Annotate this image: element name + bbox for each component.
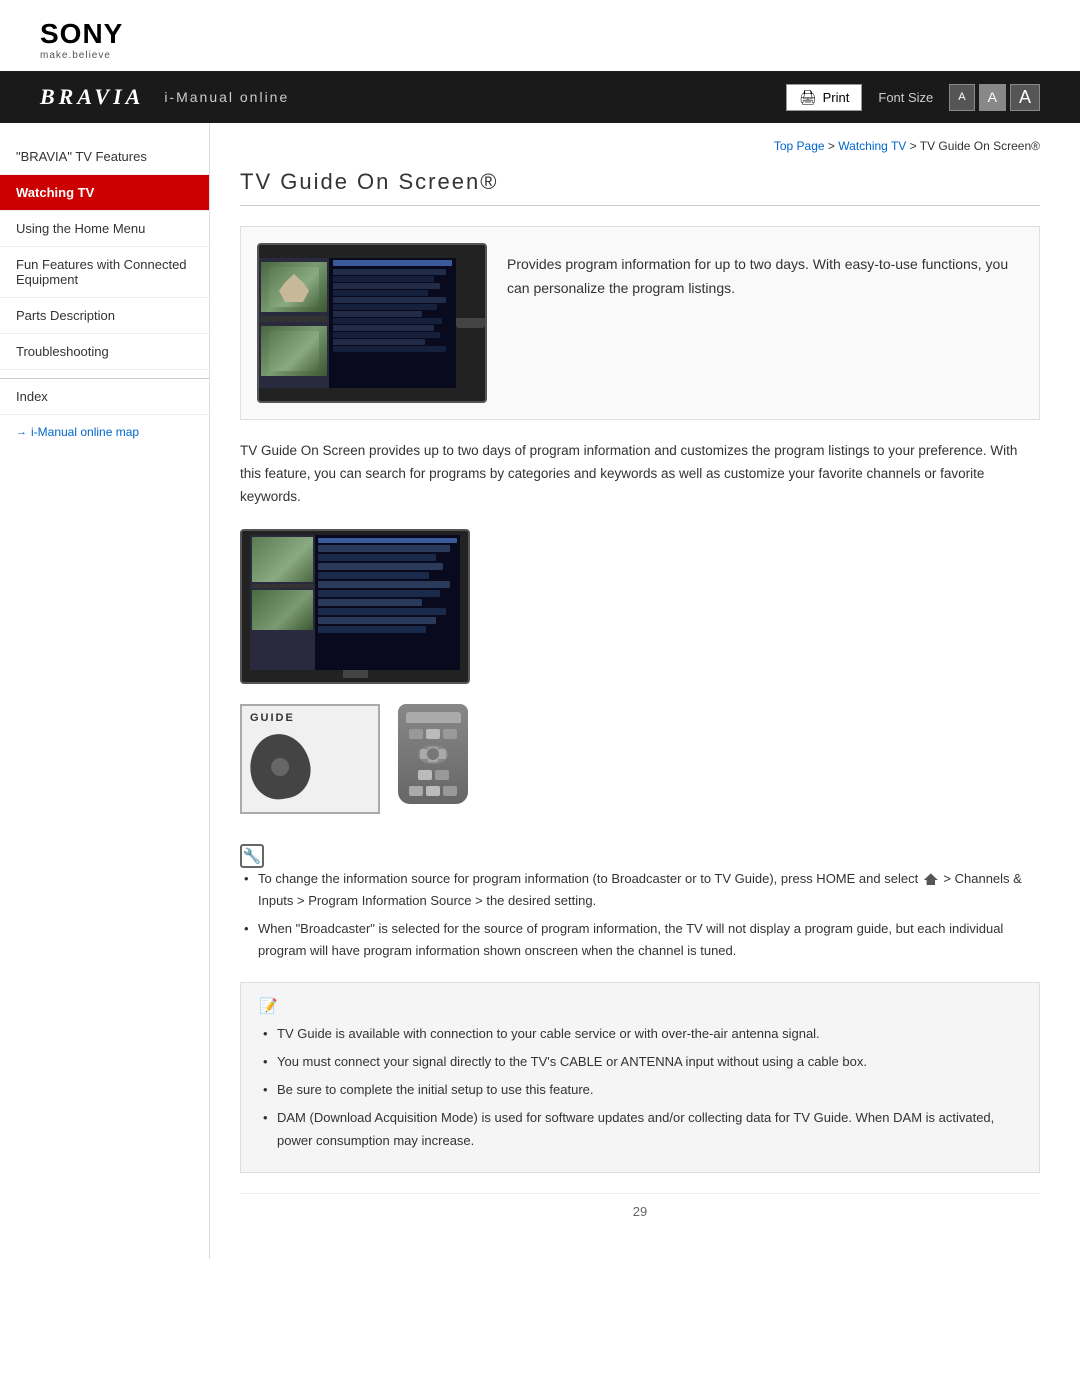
- tv-screen-image: [257, 243, 487, 403]
- tip-item-1: To change the information source for pro…: [240, 868, 1040, 912]
- remote-control-image: [398, 704, 468, 804]
- tv-screen-inner: [259, 258, 456, 388]
- page-footer: 29: [240, 1193, 1040, 1219]
- sidebar: "BRAVIA" TV Features Watching TV Using t…: [0, 123, 210, 1259]
- breadcrumb-current: TV Guide On Screen®: [920, 139, 1040, 153]
- screenshot-block-2: [240, 529, 1040, 684]
- tip-section: 🔧 To change the information source for p…: [240, 844, 1040, 962]
- note-icon: 📝: [259, 997, 1021, 1015]
- sony-tagline: make.believe: [40, 50, 111, 61]
- note-item-3: Be sure to complete the initial setup to…: [259, 1079, 1021, 1101]
- tip-item-2: When "Broadcaster" is selected for the s…: [240, 918, 1040, 962]
- breadcrumb-top-page[interactable]: Top Page: [774, 139, 825, 153]
- font-size-small-button[interactable]: A: [949, 84, 974, 111]
- tv-img-eagle2: [261, 326, 327, 376]
- tv-screen-right: [329, 258, 456, 388]
- arrow-right-icon: →: [16, 426, 27, 438]
- guide-block: GUIDE: [240, 704, 1040, 814]
- tv-screenshot-intro: [257, 243, 487, 403]
- note-item-4: DAM (Download Acquisition Mode) is used …: [259, 1107, 1021, 1151]
- print-label: Print: [823, 90, 850, 105]
- note-item-2: You must connect your signal directly to…: [259, 1051, 1021, 1073]
- content-area: Top Page > Watching TV > TV Guide On Scr…: [210, 123, 1080, 1259]
- intro-block: Provides program information for up to t…: [240, 226, 1040, 420]
- intro-text: Provides program information for up to t…: [507, 243, 1023, 403]
- tv-screen-left: [259, 258, 329, 388]
- note-item-1: TV Guide is available with connection to…: [259, 1023, 1021, 1045]
- sidebar-item-troubleshooting[interactable]: Troubleshooting: [0, 334, 209, 370]
- tv-left2: [250, 535, 315, 670]
- tv-stand: [456, 318, 485, 328]
- main-layout: "BRAVIA" TV Features Watching TV Using t…: [0, 123, 1080, 1259]
- note-section: 📝 TV Guide is available with connection …: [240, 982, 1040, 1172]
- breadcrumb-sep2: >: [910, 139, 920, 153]
- print-icon: 🖨: [799, 89, 817, 106]
- sidebar-item-fun-features[interactable]: Fun Features with Connected Equipment: [0, 247, 209, 298]
- sidebar-item-watching-tv[interactable]: Watching TV: [0, 175, 209, 211]
- tv-right2: [315, 535, 460, 670]
- guide-button-shape: [245, 729, 315, 803]
- sony-logo-text: SONY: [40, 18, 123, 50]
- tv-stand2: [343, 670, 368, 678]
- breadcrumb-watching-tv[interactable]: Watching TV: [838, 139, 906, 153]
- note-list: TV Guide is available with connection to…: [259, 1023, 1021, 1151]
- breadcrumb: Top Page > Watching TV > TV Guide On Scr…: [240, 139, 1040, 153]
- breadcrumb-sep1: >: [828, 139, 838, 153]
- tv-screen2-inner: [250, 535, 460, 670]
- tip-list: To change the information source for pro…: [240, 868, 1040, 962]
- font-size-medium-button[interactable]: A: [979, 84, 1006, 111]
- sidebar-item-parts-description[interactable]: Parts Description: [0, 298, 209, 334]
- imanual-map-link[interactable]: → i-Manual online map: [0, 415, 209, 449]
- tv-img-eagle: [261, 262, 327, 312]
- guide-label: GUIDE: [250, 712, 295, 724]
- sony-logo: SONY make.believe: [40, 18, 123, 61]
- bravia-bar: BRAVIA i-Manual online 🖨 Print Font Size…: [0, 71, 1080, 123]
- bravia-subtitle: i-Manual online: [164, 89, 289, 105]
- guide-box: GUIDE: [240, 704, 380, 814]
- sidebar-item-using-home-menu[interactable]: Using the Home Menu: [0, 211, 209, 247]
- sidebar-item-bravia-features[interactable]: "BRAVIA" TV Features: [0, 139, 209, 175]
- font-size-large-button[interactable]: A: [1010, 84, 1040, 111]
- bravia-logo: BRAVIA: [40, 84, 144, 110]
- bravia-bar-left: BRAVIA i-Manual online: [40, 84, 289, 110]
- font-size-label: Font Size: [878, 90, 933, 105]
- body-text: TV Guide On Screen provides up to two da…: [240, 440, 1040, 509]
- bravia-bar-right: 🖨 Print Font Size A A A: [786, 84, 1040, 111]
- top-header: SONY make.believe: [0, 0, 1080, 71]
- print-button[interactable]: 🖨 Print: [786, 84, 863, 111]
- page-title: TV Guide On Screen®: [240, 169, 1040, 206]
- sidebar-item-index[interactable]: Index: [0, 378, 209, 415]
- font-size-controls: A A A: [949, 84, 1040, 111]
- home-icon: [924, 873, 938, 885]
- page-number: 29: [633, 1204, 647, 1219]
- tv-screenshot-2: [240, 529, 470, 684]
- tip-icon: 🔧: [240, 844, 264, 868]
